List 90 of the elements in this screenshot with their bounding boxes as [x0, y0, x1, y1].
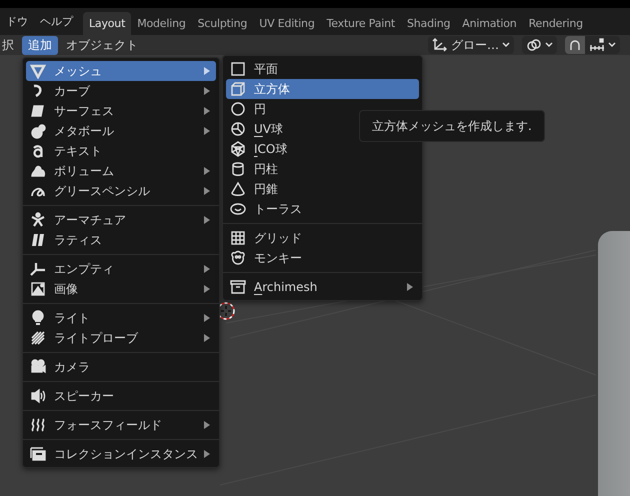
blob-icon [30, 123, 46, 139]
menu-item[interactable]: 平面 [226, 59, 419, 79]
submenu-arrow-icon [204, 450, 210, 458]
menu-item[interactable]: アーマチュア [26, 210, 216, 230]
workspace-tab[interactable]: Modeling [131, 12, 192, 35]
workspace-tab[interactable]: Shading [401, 12, 456, 35]
menu-item[interactable]: ラティス [26, 230, 216, 250]
submenu-arrow-icon [204, 285, 210, 293]
menu-item[interactable]: Archimesh [226, 277, 419, 297]
submenu-arrow-icon [204, 421, 210, 429]
sphere-icon [230, 121, 246, 137]
cloud-icon [30, 163, 46, 179]
menu-item[interactable]: サーフェス [26, 101, 216, 121]
tooltip: 立方体メッシュを作成します. [359, 110, 545, 142]
image-icon [30, 281, 46, 297]
menu-item[interactable]: メタボール [26, 121, 216, 141]
link-icon [526, 38, 542, 52]
menu-item[interactable]: グリッド [226, 228, 419, 248]
menu-item[interactable]: オブジェクト [60, 36, 144, 54]
menu-item[interactable]: 追加 [22, 36, 58, 54]
lattice-icon [30, 232, 46, 248]
submenu-arrow-icon [204, 314, 210, 322]
submenu-arrow-icon [204, 187, 210, 195]
menu-item[interactable]: ヘルプ [34, 8, 79, 35]
chevron-down-icon [502, 42, 510, 48]
workspace-tab[interactable]: Animation [456, 12, 523, 35]
submenu-arrow-icon [204, 107, 210, 115]
menu-item[interactable]: ボリューム [26, 161, 216, 181]
menu-item[interactable]: メッシュ [26, 61, 216, 81]
cylinder-icon [230, 161, 246, 177]
ruler-icon [589, 38, 605, 52]
menu-item[interactable]: ライト [26, 308, 216, 328]
surface-icon [30, 103, 46, 119]
menu-item[interactable]: ライトプローブ [26, 328, 216, 348]
circle-icon [230, 101, 246, 117]
submenu-arrow-icon [204, 216, 210, 224]
menu-item[interactable]: 画像 [26, 279, 216, 299]
submenu-arrow-icon [407, 283, 413, 291]
magnet-icon [568, 38, 582, 52]
menu-item[interactable]: 円錐 [226, 179, 419, 199]
menu-item[interactable]: トーラス [226, 199, 419, 219]
cube-icon [230, 81, 246, 97]
submenu-arrow-icon [204, 87, 210, 95]
chevron-down-icon [545, 42, 553, 48]
grid-icon [230, 230, 246, 246]
menu-item[interactable]: ICO球 [226, 139, 419, 159]
workspace-tab[interactable]: Rendering [522, 12, 589, 35]
monkey-icon [230, 250, 246, 266]
menu-item[interactable]: グリースペンシル [26, 181, 216, 201]
box-icon [30, 446, 46, 462]
axes-icon [432, 38, 448, 52]
snap-toggle[interactable] [565, 36, 585, 54]
menu-item[interactable]: カメラ [26, 357, 216, 377]
menu-item[interactable]: スピーカー [26, 386, 216, 406]
menu-item[interactable]: 円柱 [226, 159, 419, 179]
triangle-icon [30, 63, 46, 79]
torus-icon [230, 201, 246, 217]
submenu-arrow-icon [204, 265, 210, 273]
menu-item[interactable]: フォースフィールド [26, 415, 216, 435]
submenu-arrow-icon [204, 167, 210, 175]
submenu-arrow-icon [204, 67, 210, 75]
workspace-tab[interactable]: UV Editing [253, 12, 321, 35]
waves-icon [30, 417, 46, 433]
menu-item[interactable]: モンキー [226, 248, 419, 268]
archive-icon [230, 279, 246, 295]
square-icon [230, 61, 246, 77]
cone-icon [230, 181, 246, 197]
icosphere-icon [230, 141, 246, 157]
workspace-tab[interactable]: Texture Paint [320, 12, 401, 35]
menu-item[interactable]: コレクションインスタンス [26, 444, 216, 464]
menu-item[interactable]: エンプティ [26, 259, 216, 279]
pivot-dropdown[interactable] [522, 36, 557, 54]
orientation-dropdown[interactable]: グロー… [428, 36, 514, 54]
workspace-tab[interactable]: Sculpting [192, 12, 254, 35]
speaker-icon [30, 388, 46, 404]
snap-dropdown[interactable] [585, 36, 620, 54]
figure-icon [30, 212, 46, 228]
workspace-tab[interactable]: Layout [83, 12, 132, 35]
menu-item[interactable]: カーブ [26, 81, 216, 101]
camera-icon [30, 359, 46, 375]
menu-item[interactable]: テキスト [26, 141, 216, 161]
menu-item[interactable]: ドウ [0, 8, 34, 35]
submenu-arrow-icon [204, 334, 210, 342]
stripes-icon [30, 330, 46, 346]
menu-item[interactable]: 択 [0, 36, 20, 54]
chevron-down-icon [608, 42, 616, 48]
menu-item[interactable]: 立方体 [226, 79, 419, 99]
axes-icon [30, 261, 46, 277]
submenu-arrow-icon [204, 127, 210, 135]
bulb-icon [30, 310, 46, 326]
